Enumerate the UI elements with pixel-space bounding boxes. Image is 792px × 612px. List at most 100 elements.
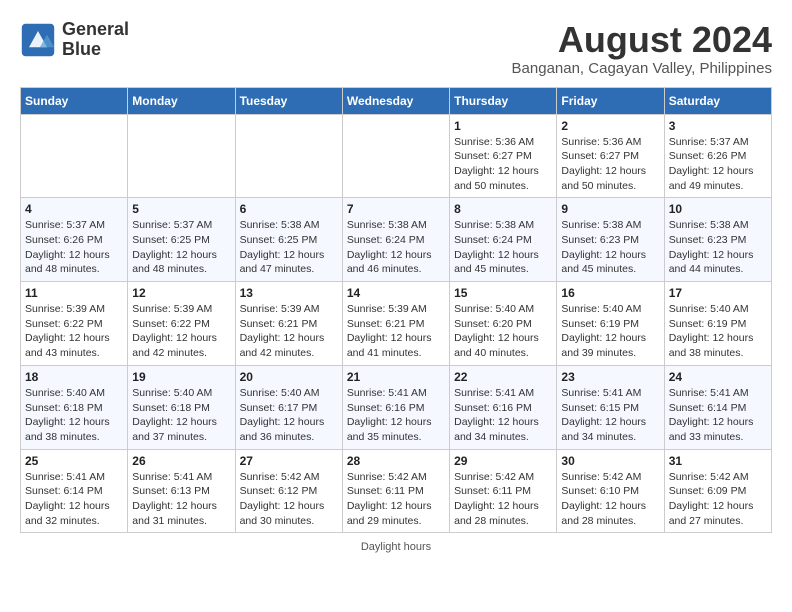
day-info: Sunrise: 5:38 AM Sunset: 6:25 PM Dayligh… [240,218,338,277]
calendar-cell: 7 Sunrise: 5:38 AM Sunset: 6:24 PM Daylig… [342,198,449,282]
calendar-header-thursday: Thursday [450,87,557,114]
day-info: Sunrise: 5:40 AM Sunset: 6:18 PM Dayligh… [132,386,230,445]
calendar-cell: 26 Sunrise: 5:41 AM Sunset: 6:13 PM Dayli… [128,449,235,533]
day-number: 1 [454,119,552,133]
calendar-header-saturday: Saturday [664,87,771,114]
calendar-cell: 29Sunrise: 5:42 AM Sunset: 6:11 PM Dayli… [450,449,557,533]
calendar-cell: 13 Sunrise: 5:39 AM Sunset: 6:21 PM Dayli… [235,282,342,366]
calendar-cell: 23 Sunrise: 5:41 AM Sunset: 6:15 PM Dayli… [557,365,664,449]
header: General Blue August 2024 Banganan, Cagay… [20,20,772,77]
calendar-cell: 1 Sunrise: 5:36 AM Sunset: 6:27 PM Daylig… [450,114,557,198]
day-number: 25 [25,454,123,468]
calendar-cell: 21Sunrise: 5:41 AM Sunset: 6:16 PM Dayli… [342,365,449,449]
day-number: 11 [25,286,123,300]
calendar-cell: 20 Sunrise: 5:40 AM Sunset: 6:17 PM Dayli… [235,365,342,449]
day-info: Sunrise: 5:39 AM Sunset: 6:21 PM Dayligh… [240,302,338,361]
calendar-header-wednesday: Wednesday [342,87,449,114]
calendar-cell: 24 Sunrise: 5:41 AM Sunset: 6:14 PM Dayli… [664,365,771,449]
calendar-cell: 31 Sunrise: 5:42 AM Sunset: 6:09 PM Dayli… [664,449,771,533]
calendar-cell: 8 Sunrise: 5:38 AM Sunset: 6:24 PM Daylig… [450,198,557,282]
day-number: 31 [669,454,767,468]
logo-line2: Blue [62,40,129,60]
day-number: 26 [132,454,230,468]
day-info: Sunrise: 5:42 AM Sunset: 6:09 PM Dayligh… [669,470,767,529]
calendar-cell: 9 Sunrise: 5:38 AM Sunset: 6:23 PM Daylig… [557,198,664,282]
day-info: Sunrise: 5:38 AM Sunset: 6:24 PM Dayligh… [347,218,445,277]
calendar-cell: 30 Sunrise: 5:42 AM Sunset: 6:10 PM Dayli… [557,449,664,533]
calendar-cell: 22Sunrise: 5:41 AM Sunset: 6:16 PM Dayli… [450,365,557,449]
calendar-cell: 18 Sunrise: 5:40 AM Sunset: 6:18 PM Dayli… [21,365,128,449]
day-number: 16 [561,286,659,300]
calendar-header-tuesday: Tuesday [235,87,342,114]
calendar-cell: 16Sunrise: 5:40 AM Sunset: 6:19 PM Dayli… [557,282,664,366]
day-number: 9 [561,202,659,216]
day-number: 8 [454,202,552,216]
title-area: August 2024 Banganan, Cagayan Valley, Ph… [512,20,772,77]
day-number: 30 [561,454,659,468]
day-info: Sunrise: 5:42 AM Sunset: 6:10 PM Dayligh… [561,470,659,529]
day-info: Sunrise: 5:38 AM Sunset: 6:24 PM Dayligh… [454,218,552,277]
calendar-cell: 6Sunrise: 5:38 AM Sunset: 6:25 PM Daylig… [235,198,342,282]
calendar-cell: 25 Sunrise: 5:41 AM Sunset: 6:14 PM Dayli… [21,449,128,533]
calendar-cell: 17 Sunrise: 5:40 AM Sunset: 6:19 PM Dayli… [664,282,771,366]
day-number: 23 [561,370,659,384]
day-info: Sunrise: 5:40 AM Sunset: 6:19 PM Dayligh… [669,302,767,361]
calendar-header-monday: Monday [128,87,235,114]
day-info: Sunrise: 5:41 AM Sunset: 6:14 PM Dayligh… [669,386,767,445]
day-info: Sunrise: 5:38 AM Sunset: 6:23 PM Dayligh… [561,218,659,277]
day-info: Sunrise: 5:38 AM Sunset: 6:23 PM Dayligh… [669,218,767,277]
day-number: 19 [132,370,230,384]
day-number: 20 [240,370,338,384]
day-info: Sunrise: 5:41 AM Sunset: 6:15 PM Dayligh… [561,386,659,445]
day-info: Sunrise: 5:37 AM Sunset: 6:26 PM Dayligh… [25,218,123,277]
calendar-cell: 5 Sunrise: 5:37 AM Sunset: 6:25 PM Daylig… [128,198,235,282]
calendar-cell [342,114,449,198]
day-info: Sunrise: 5:36 AM Sunset: 6:27 PM Dayligh… [454,135,552,194]
day-number: 5 [132,202,230,216]
calendar-cell: 28Sunrise: 5:42 AM Sunset: 6:11 PM Dayli… [342,449,449,533]
calendar-cell: 14Sunrise: 5:39 AM Sunset: 6:21 PM Dayli… [342,282,449,366]
day-number: 15 [454,286,552,300]
day-info: Sunrise: 5:42 AM Sunset: 6:11 PM Dayligh… [454,470,552,529]
day-info: Sunrise: 5:41 AM Sunset: 6:16 PM Dayligh… [454,386,552,445]
calendar-cell: 19 Sunrise: 5:40 AM Sunset: 6:18 PM Dayli… [128,365,235,449]
calendar-week-5: 25 Sunrise: 5:41 AM Sunset: 6:14 PM Dayli… [21,449,772,533]
day-info: Sunrise: 5:41 AM Sunset: 6:13 PM Dayligh… [132,470,230,529]
day-info: Sunrise: 5:37 AM Sunset: 6:26 PM Dayligh… [669,135,767,194]
day-number: 13 [240,286,338,300]
day-info: Sunrise: 5:37 AM Sunset: 6:25 PM Dayligh… [132,218,230,277]
day-number: 3 [669,119,767,133]
logo-text: General Blue [62,20,129,60]
calendar-cell: 3 Sunrise: 5:37 AM Sunset: 6:26 PM Daylig… [664,114,771,198]
day-number: 4 [25,202,123,216]
day-number: 17 [669,286,767,300]
day-info: Sunrise: 5:40 AM Sunset: 6:18 PM Dayligh… [25,386,123,445]
calendar-cell: 12Sunrise: 5:39 AM Sunset: 6:22 PM Dayli… [128,282,235,366]
sub-title: Banganan, Cagayan Valley, Philippines [512,60,772,77]
day-info: Sunrise: 5:41 AM Sunset: 6:14 PM Dayligh… [25,470,123,529]
main-title: August 2024 [512,20,772,60]
day-number: 21 [347,370,445,384]
calendar: SundayMondayTuesdayWednesdayThursdayFrid… [20,87,772,534]
day-info: Sunrise: 5:39 AM Sunset: 6:21 PM Dayligh… [347,302,445,361]
day-info: Sunrise: 5:39 AM Sunset: 6:22 PM Dayligh… [25,302,123,361]
day-number: 18 [25,370,123,384]
day-number: 2 [561,119,659,133]
day-number: 24 [669,370,767,384]
calendar-cell: 10 Sunrise: 5:38 AM Sunset: 6:23 PM Dayli… [664,198,771,282]
calendar-cell [128,114,235,198]
calendar-cell [21,114,128,198]
calendar-week-2: 4 Sunrise: 5:37 AM Sunset: 6:26 PM Daylig… [21,198,772,282]
calendar-cell: 4 Sunrise: 5:37 AM Sunset: 6:26 PM Daylig… [21,198,128,282]
calendar-cell: 15Sunrise: 5:40 AM Sunset: 6:20 PM Dayli… [450,282,557,366]
day-info: Sunrise: 5:40 AM Sunset: 6:17 PM Dayligh… [240,386,338,445]
day-number: 10 [669,202,767,216]
calendar-cell: 11 Sunrise: 5:39 AM Sunset: 6:22 PM Dayli… [21,282,128,366]
calendar-cell: 27Sunrise: 5:42 AM Sunset: 6:12 PM Dayli… [235,449,342,533]
logo-icon [20,22,56,58]
calendar-header-friday: Friday [557,87,664,114]
calendar-header-sunday: Sunday [21,87,128,114]
calendar-header-row: SundayMondayTuesdayWednesdayThursdayFrid… [21,87,772,114]
day-info: Sunrise: 5:42 AM Sunset: 6:11 PM Dayligh… [347,470,445,529]
day-number: 7 [347,202,445,216]
